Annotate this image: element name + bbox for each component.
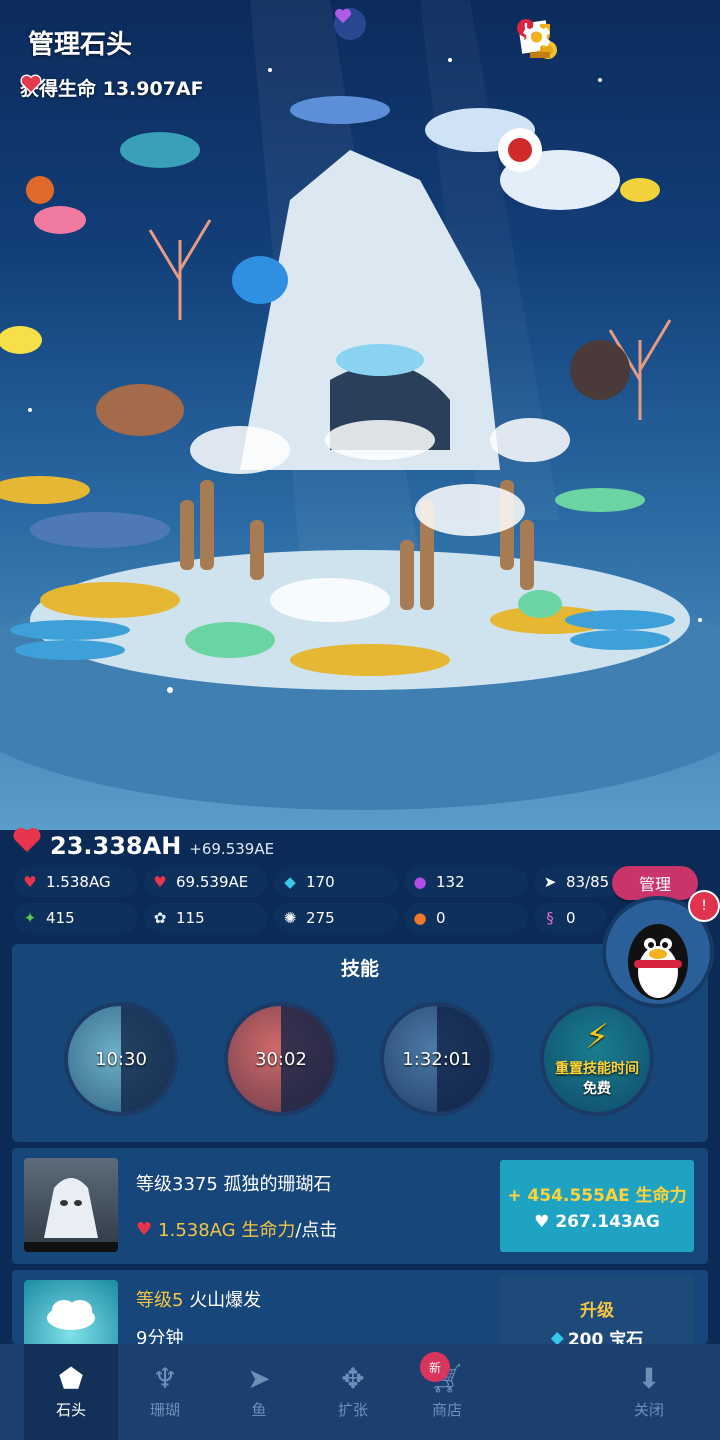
diamond-icon: ◆ [550,1327,564,1345]
tab-rock[interactable]: ⬟ 石头 [24,1344,118,1440]
heart-timer-icon: ♥ [153,873,167,891]
upgrade-rock-buy-button[interactable]: + 454.555AE 生命力 ♥ 267.143AG [500,1160,694,1252]
page-title: 管理石头 [28,30,133,60]
lightning-icon: ⚡ [585,1017,609,1057]
purple-pearl-icon: ● [413,873,427,891]
tab-shop[interactable]: 新 🛒︎ 商店 [400,1344,494,1440]
life-earned: 获得生命 13.907AF [20,74,204,101]
fish-icon: ➤ [543,873,557,891]
settings-gear-icon[interactable] [522,18,698,64]
skill-3-timer: 1:32:01 [402,1048,472,1070]
tab-coral[interactable]: ♆ 珊瑚 [118,1344,212,1440]
upgrade-cost: 200 宝石 [567,1330,644,1344]
reset-skill-free: 免费 [583,1081,611,1097]
tab-close[interactable]: ⬇ 关闭 [602,1344,696,1440]
rock-icon: ⬟ [58,1361,84,1395]
stat-seahorse: § 0 [534,903,606,933]
upgrade-volcano-title: 等级5 火山爆发 [136,1290,262,1311]
manage-button[interactable]: 管理 [612,866,698,900]
tap-heart-icon: ♥ [23,873,37,891]
coral-icon: ♆ [152,1361,178,1395]
upgrade-row-volcano: 等级5 火山爆发 9分钟 升级 ◆ 200 宝石 [12,1270,708,1344]
tap-heart-icon: ♥ [136,1218,153,1240]
close-icon: ⬇ [637,1361,661,1395]
skill-2[interactable]: 30:02 [224,1002,338,1116]
skill-3[interactable]: 1:32:01 [380,1002,494,1116]
skill-2-timer: 30:02 [255,1048,307,1070]
buy-life-gain: + 454.555AE 生命力 [507,1185,687,1206]
upgrade-rock-stat: ♥ 1.538AG 生命力/点击 [136,1218,338,1242]
skill-1-timer: 10:30 [95,1048,147,1070]
tab-fish[interactable]: ➤ 鱼 [212,1344,306,1440]
upgrade-row-rock: 等级3375 孤独的珊瑚石 ♥ 1.538AG 生命力/点击 + 454.555… [12,1148,708,1264]
stat-gems: ◆ 170 [274,867,398,897]
urchin-icon: ✺ [283,909,297,927]
aquarium-art [0,0,720,810]
skill-1[interactable]: 10:30 [64,1002,178,1116]
life-total: 23.338AH [50,832,182,860]
green-coral-icon: ✦ [23,909,37,927]
stat-urchin: ✺ 275 [274,903,398,933]
heart-icon [13,828,41,852]
stat-pearls: ● 132 [404,867,528,897]
stat-tap-life: ♥ 1.538AG [14,867,138,897]
tab-expand[interactable]: ✥ 扩张 [306,1344,400,1440]
diamond-icon: ◆ [284,873,296,891]
upgrade-label: 升级 [580,1301,614,1321]
life-earned-text: 获得生命 13.907AF [20,78,204,100]
stat-idle-life: ♥ 69.539AE [144,867,268,897]
heart-icon [20,74,42,94]
life-rate: +69.539AE [189,840,275,858]
seahorse-icon: § [546,909,554,927]
stat-crab: ● 0 [404,903,528,933]
purple-heart-icon[interactable] [334,8,366,40]
new-badge: 新 [420,1352,450,1382]
bottom-nav: ⬟ 石头 ♆ 珊瑚 ➤ 鱼 ✥ 扩张 新 🛒︎ 商店 ⬇ 关闭 [0,1344,720,1440]
crab-icon: ● [413,909,427,927]
skills-panel: 技能 10:30 30:02 1:32:01 ⚡ 重置技能时间 免费 [12,944,708,1142]
reset-skill-time-button[interactable]: ⚡ 重置技能时间 免费 [540,1002,654,1116]
reset-skill-label: 重置技能时间 [555,1061,639,1077]
buy-cost: 267.143AG [555,1211,660,1232]
notification-badge: ! [688,890,720,922]
aquarium-scene[interactable]: 管理石头 获得生命 13.907AF ! [0,0,720,830]
white-coral-icon: ✿ [153,909,167,927]
upgrade-volcano-duration: 9分钟 [136,1328,184,1344]
expand-icon: ✥ [341,1361,365,1395]
coral-rock-thumbnail [24,1158,118,1252]
stat-green-coral: ✦ 415 [14,903,138,933]
upgrade-volcano-buy-button[interactable]: 升级 ◆ 200 宝石 [500,1276,694,1344]
trophy-icon[interactable]: ! [517,18,630,64]
resource-stats: ♥ 1.538AG ♥ 69.539AE ◆ 170 ● 132 ➤ 83/85… [14,864,706,936]
life-total-row: 23.338AH +69.539AE [12,826,274,860]
volcano-thumbnail [24,1280,118,1344]
heart-icon: ♥ [534,1211,550,1232]
stat-white-coral: ✿ 115 [144,903,268,933]
fish-icon: ➤ [247,1361,271,1395]
upgrade-rock-title: 等级3375 孤独的珊瑚石 [136,1174,332,1195]
